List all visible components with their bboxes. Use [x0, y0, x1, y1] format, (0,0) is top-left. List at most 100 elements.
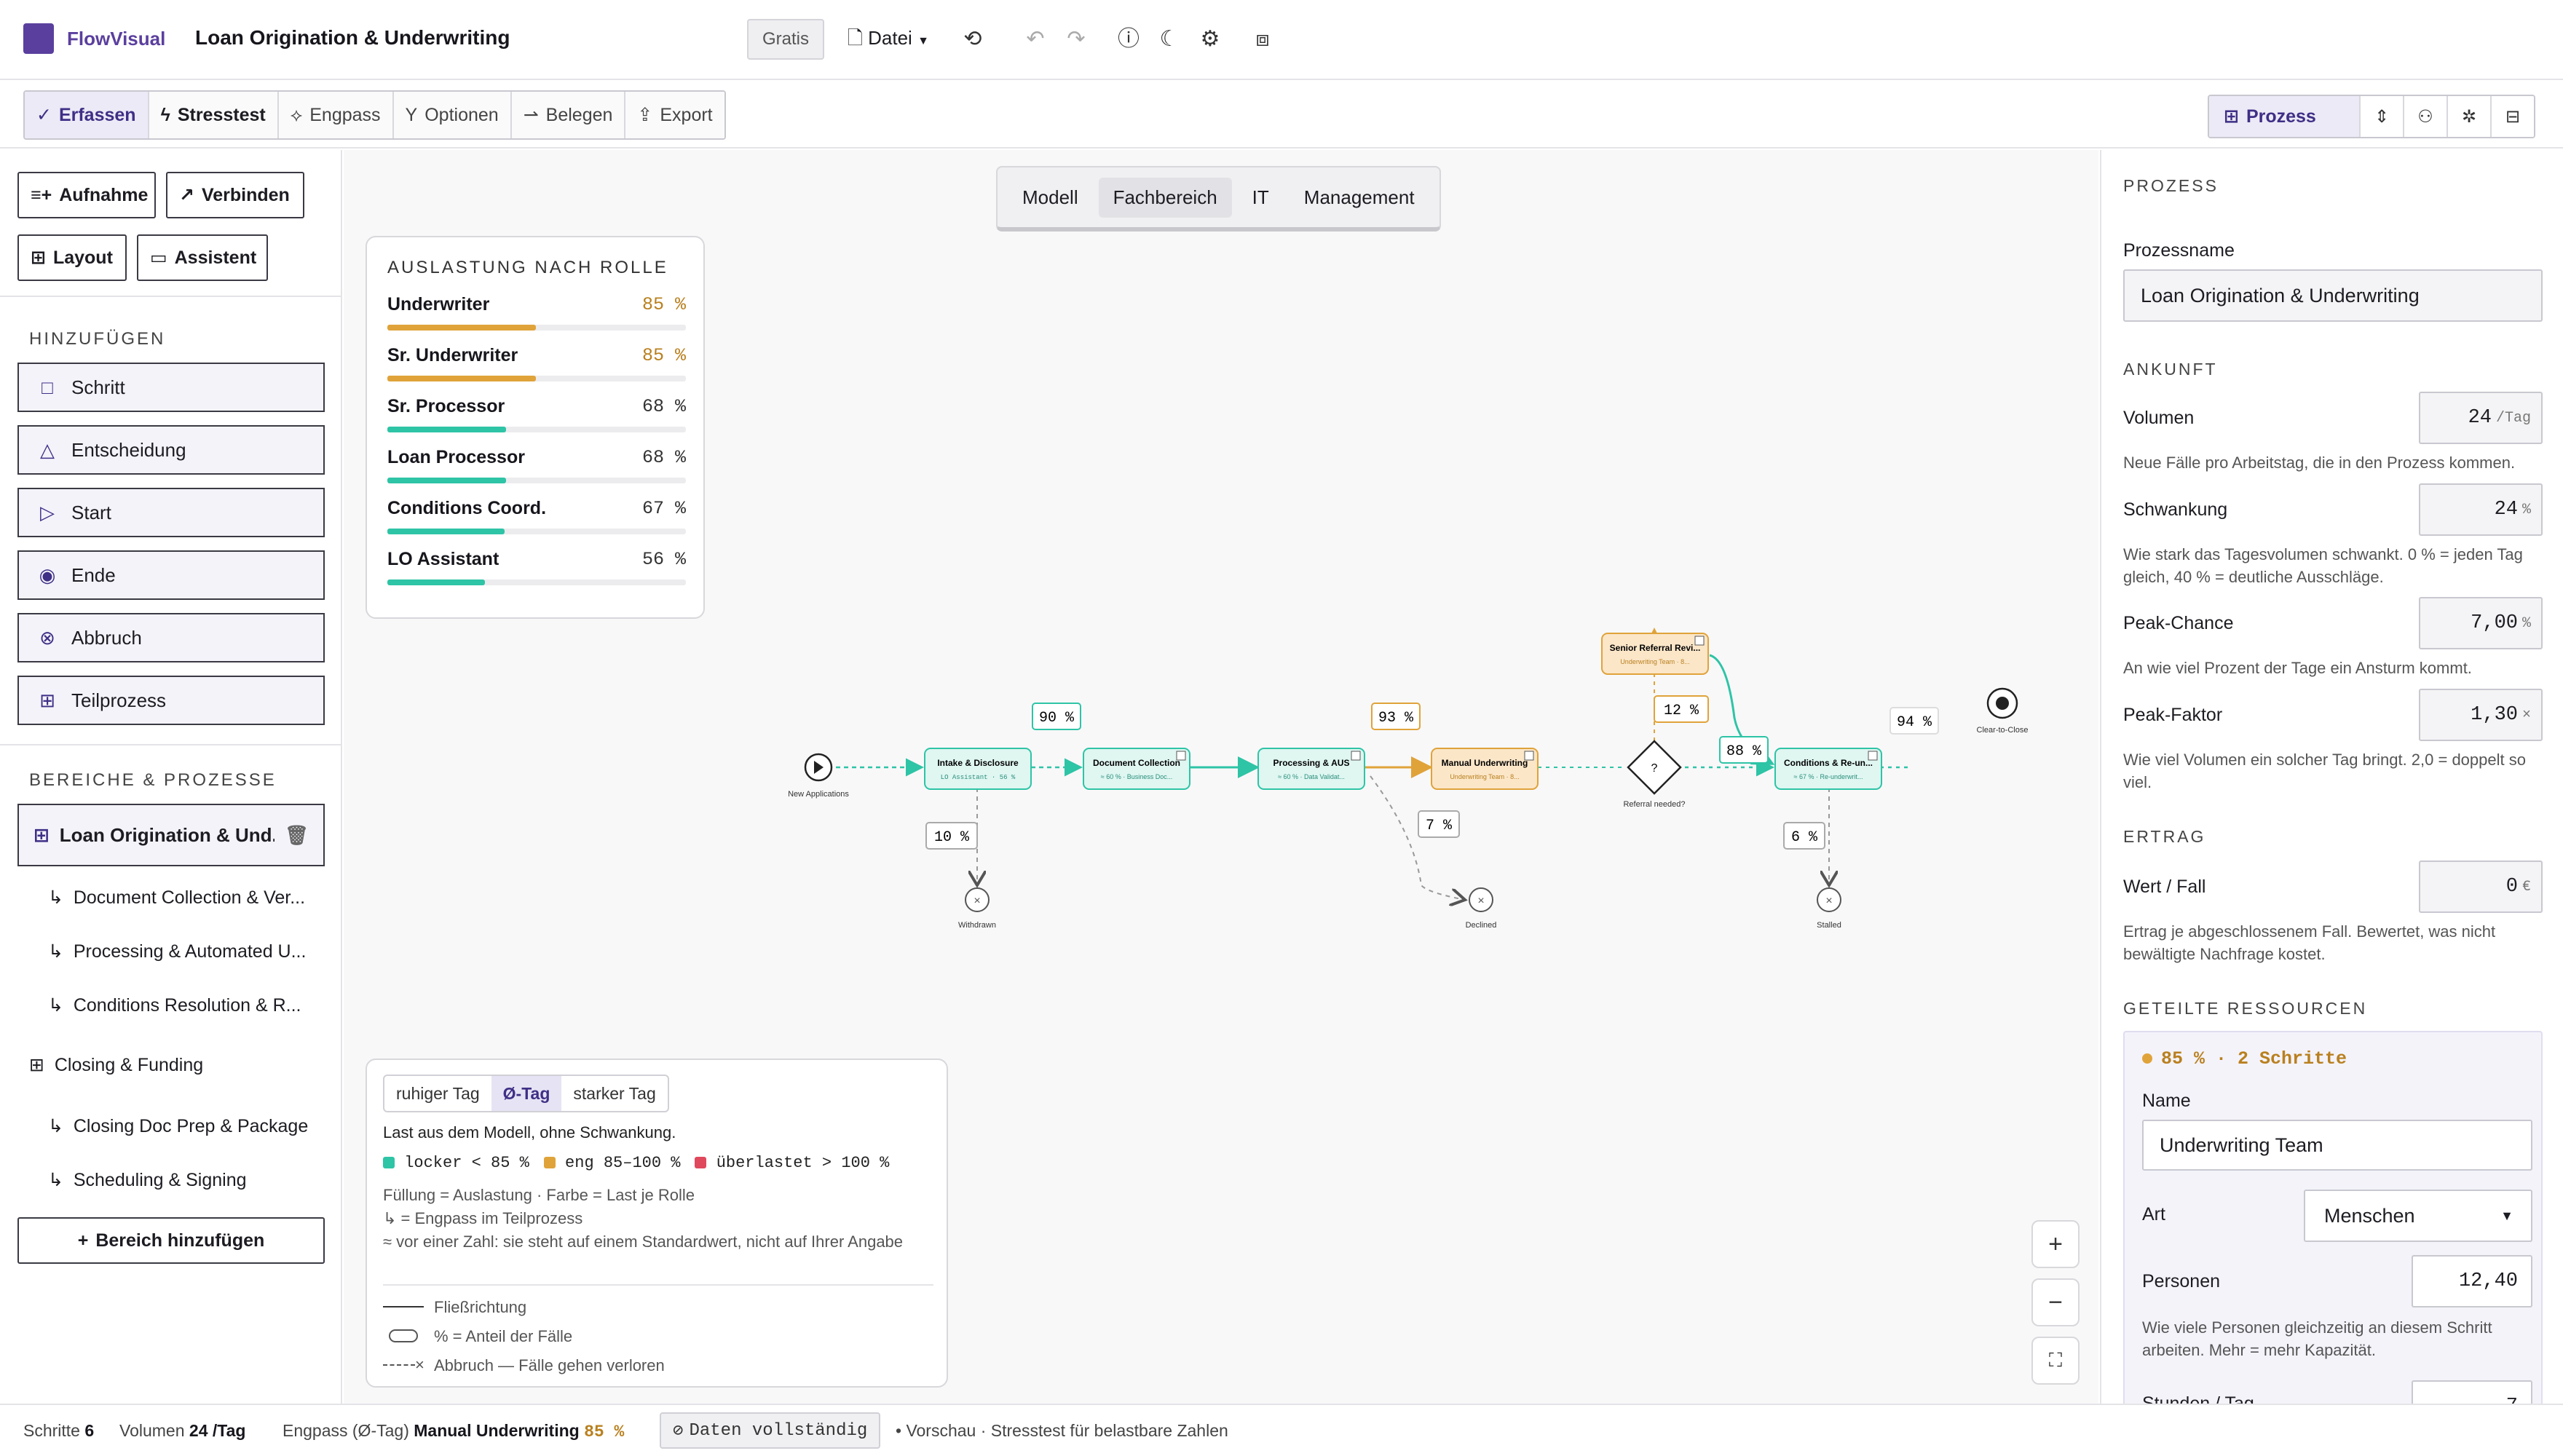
subprocess-item[interactable]: ↳ Scheduling & Signing: [48, 1169, 325, 1191]
view-select[interactable]: ⊞ Prozess: [2209, 96, 2359, 137]
step-node[interactable]: Conditions & Re-un... ≈ 67 % · Re-underw…: [1774, 748, 1882, 790]
layout-button[interactable]: ⊞ Layout: [17, 234, 127, 281]
fit-view-button[interactable]: ⛶: [2031, 1337, 2080, 1385]
app-title: Loan Origination & Underwriting: [195, 26, 510, 49]
scale-tight: eng 85–100 %: [543, 1152, 680, 1175]
verbinden-button[interactable]: ↗ Verbinden: [166, 172, 304, 218]
variance-field[interactable]: 24%: [2419, 483, 2543, 536]
svg-text:6 %: 6 %: [1791, 829, 1818, 846]
mode-erfassen-button[interactable]: ✓ Erfassen: [25, 92, 149, 138]
zoom-in-button[interactable]: +: [2031, 1220, 2080, 1268]
dashed-line-icon: [383, 1364, 415, 1366]
resource-name-field[interactable]: Underwriting Team: [2142, 1120, 2532, 1171]
data-complete-badge[interactable]: ⊘ Daten vollständig: [660, 1412, 881, 1449]
end-node[interactable]: Clear-to-Close: [1977, 687, 2029, 735]
value-field[interactable]: 0 €: [2419, 860, 2543, 913]
layout-icon: ⊞: [31, 248, 46, 268]
add-area-button[interactable]: + Bereich hinzufügen: [17, 1217, 325, 1264]
legend-note: Füllung = Auslastung · Farbe = Last je R…: [383, 1186, 695, 1204]
dark-mode-icon[interactable]: ☾: [1155, 23, 1184, 55]
subprocess-item[interactable]: ↳ Closing Doc Prep & Package: [48, 1115, 325, 1137]
add-start-item[interactable]: ▷ Start: [17, 488, 325, 537]
mode-stresstest-button[interactable]: ϟ Stresstest: [149, 92, 279, 138]
settings-gear-icon[interactable]: ⚙: [1196, 23, 1225, 55]
updown-chevron-icon[interactable]: ⇕: [2359, 96, 2403, 137]
divider: [0, 744, 342, 745]
decision-node[interactable]: ? Referral needed?: [1623, 740, 1686, 809]
aufnahme-button[interactable]: ≡+ Aufnahme: [17, 172, 156, 218]
process-name-field[interactable]: Loan Origination & Underwriting: [2123, 269, 2543, 322]
svg-text:Document Collection: Document Collection: [1093, 758, 1180, 768]
history-icon[interactable]: ⟲: [958, 23, 987, 55]
persons-field[interactable]: 12,40: [2412, 1255, 2532, 1307]
add-subprocess-item[interactable]: ⊞ Teilprozess: [17, 676, 325, 725]
subprocess-item[interactable]: ↳ Conditions Resolution & R...: [48, 994, 325, 1016]
tab-avg-day[interactable]: Ø-Tag: [491, 1076, 562, 1111]
add-end-item[interactable]: ◉ Ende: [17, 550, 325, 600]
mode-belegen-button[interactable]: ⇀ Belegen: [511, 92, 626, 138]
resource-name-label: Name: [2142, 1091, 2191, 1111]
svg-text:Underwriting Team · 8...: Underwriting Team · 8...: [1450, 773, 1519, 780]
add-abort-item[interactable]: ⊗ Abbruch: [17, 613, 325, 662]
abort-node[interactable]: × Stalled: [1817, 887, 1841, 930]
mode-optionen-button[interactable]: Y Optionen: [393, 92, 512, 138]
subprocess-item[interactable]: ↳ Document Collection & Ver...: [48, 887, 325, 909]
divider: [0, 296, 342, 297]
undo-icon[interactable]: ↶: [1021, 23, 1050, 55]
tab-strong-day[interactable]: starker Tag: [561, 1076, 667, 1111]
process-canvas[interactable]: Modell Fachbereich IT Management AUSLAST…: [344, 150, 2098, 1404]
hierarchy-icon[interactable]: ⊟: [2490, 96, 2534, 137]
zoom-out-button[interactable]: −: [2031, 1278, 2080, 1326]
value-help: Ertrag je abgeschlossenem Fall. Bewertet…: [2123, 922, 2496, 963]
assistent-button[interactable]: ▭ Assistent: [137, 234, 268, 281]
step-node[interactable]: Processing & AUS ≈ 60 % · Data Validat..…: [1257, 748, 1365, 790]
people-icon[interactable]: ⚇: [2403, 96, 2446, 137]
tab-calm-day[interactable]: ruhiger Tag: [384, 1076, 491, 1111]
svg-text:Intake & Disclosure: Intake & Disclosure: [937, 758, 1019, 768]
trash-icon[interactable]: 🗑: [285, 824, 309, 847]
x-circle-icon: ⊗: [39, 626, 55, 649]
resource-kind-select[interactable]: Menschen ▼: [2304, 1190, 2532, 1242]
mode-engpass-button[interactable]: ⟡ Engpass: [278, 92, 394, 138]
hours-field[interactable]: 7: [2412, 1380, 2532, 1404]
add-section-title: HINZUFÜGEN: [29, 329, 166, 349]
status-bottleneck: Engpass (Ø-Tag) Manual Underwriting 85 %: [283, 1421, 625, 1441]
step-node[interactable]: Document Collection ≈ 60 % · Business Do…: [1083, 748, 1190, 790]
abort-node[interactable]: × Declined: [1466, 887, 1497, 930]
svg-text:Withdrawn: Withdrawn: [958, 921, 996, 930]
peak-chance-field[interactable]: 7,00%: [2419, 597, 2543, 649]
volume-field[interactable]: 24/Tag: [2419, 392, 2543, 444]
abort-node[interactable]: × Withdrawn: [958, 887, 996, 930]
peak-factor-field[interactable]: 1,30 ×: [2419, 689, 2543, 741]
redo-icon[interactable]: ↷: [1062, 23, 1091, 55]
stop-circle-icon: ◉: [39, 563, 56, 586]
svg-text:Declined: Declined: [1466, 921, 1497, 930]
pct-badge: 10 %: [925, 822, 978, 850]
step-node-bottleneck[interactable]: Manual Underwriting Underwriting Team · …: [1431, 748, 1539, 790]
network-icon[interactable]: ✲: [2446, 96, 2490, 137]
present-icon[interactable]: ⧈: [1248, 23, 1277, 55]
square-icon: □: [42, 376, 53, 398]
help-icon[interactable]: ⓘ: [1114, 23, 1143, 55]
step-node-referral[interactable]: Senior Referral Revi... Underwriting Tea…: [1601, 633, 1709, 675]
caret-down-icon: ▼: [917, 35, 929, 47]
subprocess-icon: [1694, 636, 1705, 646]
active-process-item[interactable]: ⊞ Loan Origination & Und... 🗑: [17, 804, 325, 866]
plan-badge[interactable]: Gratis: [747, 19, 824, 60]
area-item[interactable]: ⊞ Closing & Funding: [29, 1054, 320, 1076]
mode-export-button[interactable]: ⇪ Export: [625, 92, 724, 138]
scale-ok: locker < 85 %: [383, 1152, 529, 1175]
step-node[interactable]: Intake & Disclosure LO Assistant · 56 %: [924, 748, 1032, 790]
scale-over: überlastet > 100 %: [695, 1152, 889, 1175]
x-icon: ×: [1825, 895, 1832, 907]
arrow-line-icon: [383, 1306, 424, 1307]
file-menu[interactable]: 🗋 Datei ▼: [848, 25, 929, 57]
subprocess-item[interactable]: ↳ Processing & Automated U...: [48, 941, 325, 962]
legend-share: % = Anteil der Fälle: [383, 1325, 936, 1348]
add-decision-item[interactable]: △ Entscheidung: [17, 425, 325, 475]
lightning-icon: ϟ: [160, 104, 170, 125]
subprocess-icon: [1351, 751, 1361, 761]
add-step-item[interactable]: □ Schritt: [17, 363, 325, 412]
svg-text:Stalled: Stalled: [1817, 921, 1841, 930]
legend-abort: × Abbruch — Fälle gehen verloren: [383, 1354, 936, 1377]
